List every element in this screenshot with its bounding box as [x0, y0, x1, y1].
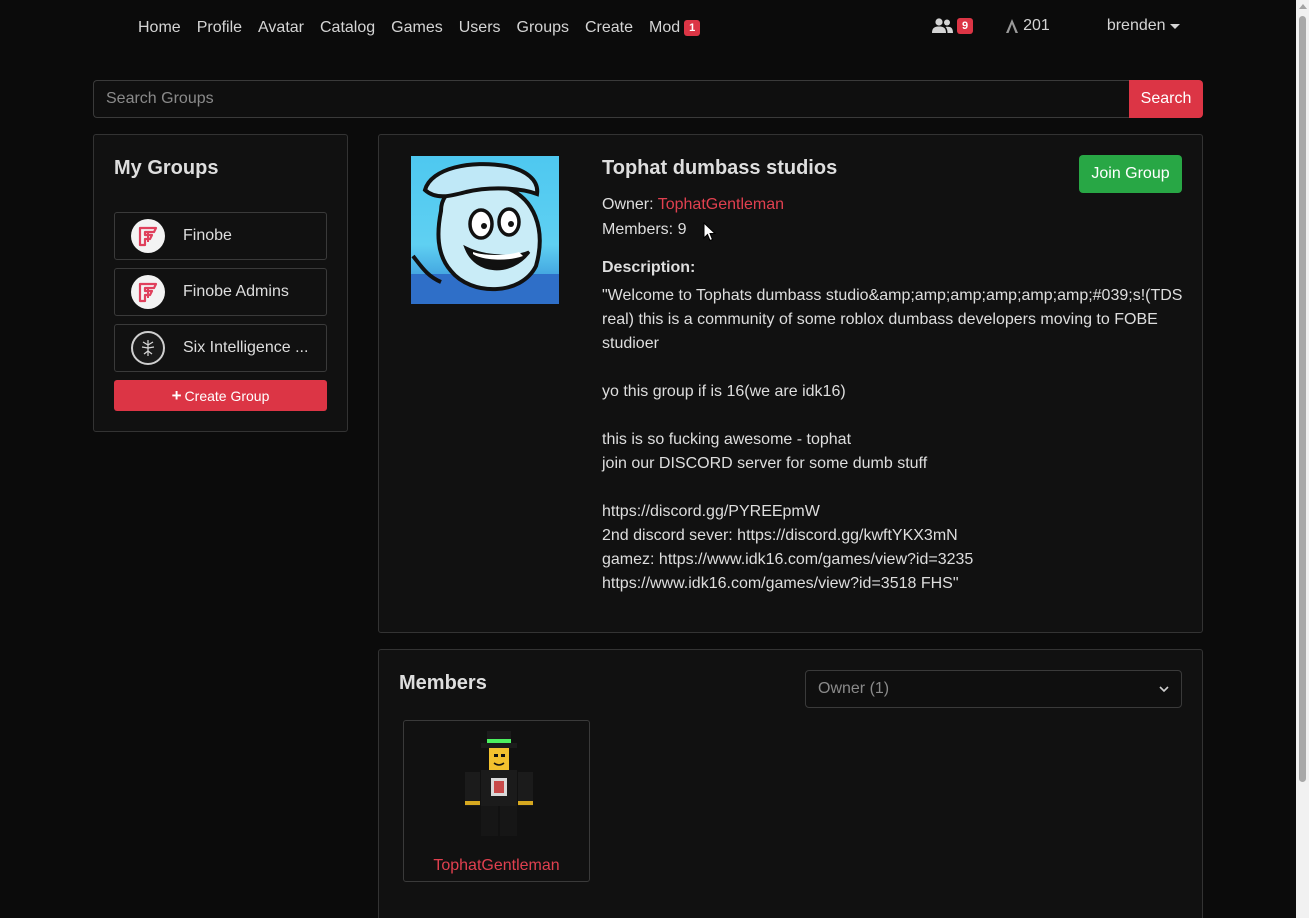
my-group-item-finobe[interactable]: Finobe	[114, 212, 327, 260]
user-dropdown[interactable]: brenden	[1107, 17, 1180, 35]
chevron-down-icon	[1159, 686, 1169, 693]
top-navbar: Home Profile Avatar Catalog Games Users …	[0, 0, 1296, 57]
finobe-logo-icon	[131, 275, 165, 309]
my-groups-panel: My Groups Finobe Finobe Admins Six Intel…	[93, 134, 348, 432]
mouse-cursor-icon	[703, 222, 716, 242]
my-group-item-six-intelligence[interactable]: Six Intelligence ...	[114, 324, 327, 372]
nav-right: 9 201 brenden	[932, 17, 1180, 35]
emblem-icon	[131, 331, 165, 365]
currency-icon	[1006, 19, 1019, 33]
nav-profile-link[interactable]: Profile	[189, 17, 250, 39]
nav-users-link[interactable]: Users	[451, 17, 509, 39]
create-group-label: Create Group	[184, 387, 270, 404]
member-name-link[interactable]: TophatGentleman	[404, 857, 589, 875]
nav-avatar-link[interactable]: Avatar	[250, 17, 312, 39]
my-groups-title: My Groups	[114, 157, 219, 179]
create-group-button[interactable]: + Create Group	[114, 380, 327, 411]
search-button[interactable]: Search	[1129, 80, 1203, 118]
my-group-name: Finobe Admins	[183, 283, 289, 300]
my-group-item-finobe-admins[interactable]: Finobe Admins	[114, 268, 327, 316]
plus-icon: +	[171, 385, 182, 405]
group-title: Tophat dumbass studios	[602, 157, 838, 179]
owner-label: Owner:	[602, 196, 654, 213]
nav-catalog-link[interactable]: Catalog	[312, 17, 383, 39]
currency-amount: 201	[1023, 17, 1050, 34]
scroll-up-arrow-icon[interactable]	[1299, 4, 1307, 9]
caret-down-icon	[1169, 23, 1180, 29]
members-title: Members	[399, 672, 487, 694]
join-group-button[interactable]: Join Group	[1079, 155, 1182, 193]
group-info-panel: Tophat dumbass studios Join Group Owner:…	[378, 134, 1203, 633]
group-avatar	[411, 156, 559, 304]
nav-mod-link[interactable]: Mod 1	[641, 17, 708, 39]
nav-games-link[interactable]: Games	[383, 17, 451, 39]
username-label: brenden	[1106, 17, 1166, 34]
group-members-count: Members: 9	[602, 221, 687, 238]
currency-display[interactable]: 201	[1005, 17, 1050, 35]
mod-badge: 1	[684, 20, 701, 36]
nav-mod-label: Mod	[649, 19, 681, 36]
group-search-bar: Search	[93, 80, 1203, 118]
friend-requests-badge: 9	[957, 18, 974, 34]
my-group-name: Six Intelligence ...	[183, 339, 309, 356]
description-label: Description:	[602, 259, 696, 276]
page-scrollbar[interactable]	[1296, 0, 1309, 918]
owner-link[interactable]: TophatGentleman	[658, 196, 784, 213]
role-filter-select[interactable]: Owner (1)	[805, 670, 1182, 708]
nav-links: Home Profile Avatar Catalog Games Users …	[130, 17, 708, 39]
role-filter-value: Owner (1)	[818, 680, 890, 697]
group-description: "Welcome to Tophats dumbass studio&amp;a…	[602, 287, 1183, 592]
group-owner-line: Owner: TophatGentleman	[602, 196, 784, 214]
my-group-name: Finobe	[183, 227, 232, 244]
member-avatar	[465, 731, 533, 836]
finobe-logo-icon	[131, 219, 165, 253]
scrollbar-thumb[interactable]	[1299, 16, 1306, 782]
members-panel: Members Owner (1) TophatGentleman	[378, 649, 1203, 918]
member-card[interactable]: TophatGentleman	[403, 720, 590, 882]
users-icon	[932, 18, 953, 33]
search-input[interactable]	[93, 80, 1129, 118]
friend-requests-button[interactable]: 9	[932, 18, 974, 34]
nav-groups-link[interactable]: Groups	[509, 17, 577, 39]
nav-home-link[interactable]: Home	[130, 17, 189, 39]
nav-create-link[interactable]: Create	[577, 17, 641, 39]
